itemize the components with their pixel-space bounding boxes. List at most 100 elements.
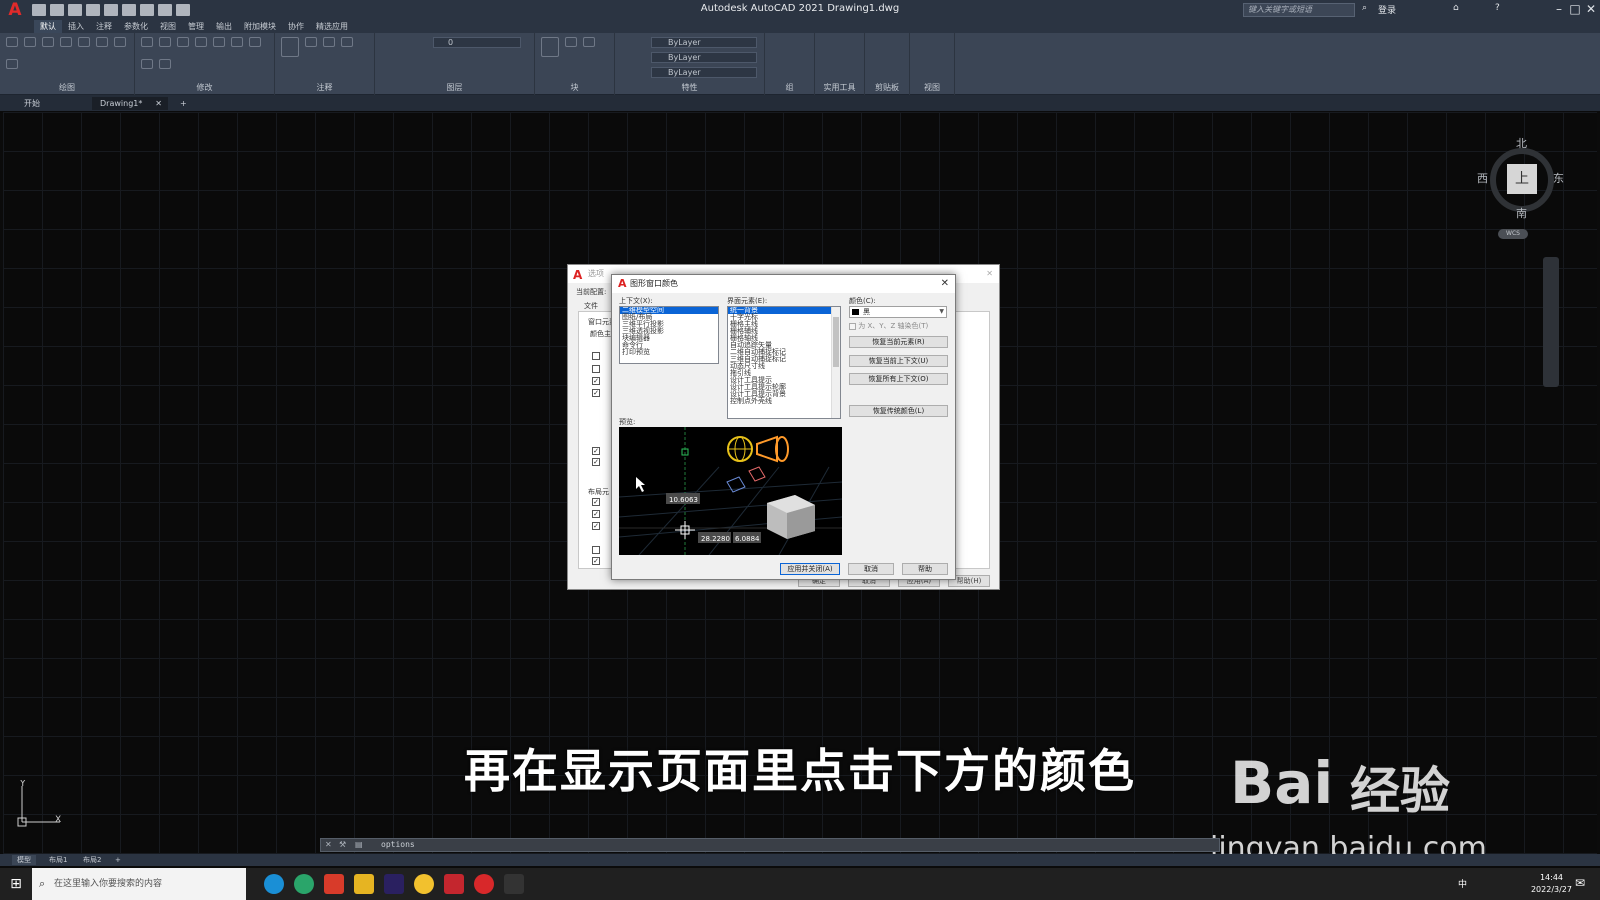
browser-icon[interactable]: [294, 874, 314, 894]
file-explorer-icon[interactable]: [354, 874, 374, 894]
login-button[interactable]: 登录: [1378, 3, 1396, 16]
viewcube-west[interactable]: 西: [1477, 170, 1488, 186]
chrome-icon[interactable]: [414, 874, 434, 894]
option-checkbox[interactable]: ✓: [592, 458, 600, 466]
tab-files[interactable]: 文件: [584, 301, 598, 311]
restore-current-element-button[interactable]: 恢复当前元素(R): [849, 336, 948, 348]
color-bylayer-dropdown[interactable]: ByLayer: [651, 37, 757, 48]
interface-element-listbox[interactable]: 统一背景 十字光标 栅格主线 栅格辅线 栅格轴线 自动追踪矢量 二维自动捕捉标记…: [727, 306, 841, 419]
new-tab-icon[interactable]: +: [172, 97, 195, 110]
ribbon-tab-view[interactable]: 视图: [154, 20, 182, 33]
panel-view[interactable]: 视图: [910, 33, 955, 95]
customize-icon[interactable]: ⚒: [339, 840, 346, 849]
windows-start-icon[interactable]: ⊞: [0, 868, 32, 900]
tab-layout2[interactable]: 布局2: [78, 855, 106, 865]
scrollbar-thumb[interactable]: [833, 317, 839, 367]
restore-all-contexts-button[interactable]: 恢复所有上下文(O): [849, 373, 948, 385]
open-file-icon[interactable]: [50, 4, 64, 16]
panel-modify-title[interactable]: 修改: [135, 82, 274, 93]
edge-icon[interactable]: [264, 874, 284, 894]
restore-current-context-button[interactable]: 恢复当前上下文(U): [849, 355, 948, 367]
viewcube-east[interactable]: 东: [1553, 170, 1564, 186]
lineweight-bylayer-dropdown[interactable]: ByLayer: [651, 67, 757, 78]
cart-icon[interactable]: ⌂: [1453, 3, 1459, 13]
viewcube[interactable]: 上 北 南 东 西: [1477, 135, 1567, 225]
option-checkbox[interactable]: ✓: [592, 557, 600, 565]
panel-annotation[interactable]: 注释: [275, 33, 375, 95]
panel-view-title[interactable]: 视图: [910, 82, 954, 93]
redo-icon[interactable]: [176, 4, 190, 16]
plot-icon[interactable]: [140, 4, 154, 16]
restore-classic-colors-button[interactable]: 恢复传统颜色(L): [849, 405, 948, 417]
panel-utilities-title[interactable]: 实用工具: [815, 82, 864, 93]
context-item[interactable]: 打印预览: [620, 349, 718, 356]
wps-icon[interactable]: [324, 874, 344, 894]
close-tab-icon[interactable]: ✕: [155, 97, 162, 110]
panel-clipboard-title[interactable]: 剪贴板: [865, 82, 909, 93]
option-checkbox[interactable]: ✓: [592, 498, 600, 506]
panel-modify[interactable]: 修改: [135, 33, 275, 95]
element-list-scrollbar[interactable]: [831, 307, 840, 418]
viewcube-top-face[interactable]: 上: [1507, 164, 1537, 194]
ribbon-tab-addins[interactable]: 附加模块: [238, 20, 282, 33]
ribbon-tab-insert[interactable]: 插入: [62, 20, 90, 33]
viewcube-north[interactable]: 北: [1516, 135, 1527, 151]
tab-model[interactable]: 模型: [12, 855, 36, 865]
apply-and-close-button[interactable]: 应用并关闭(A): [780, 563, 840, 575]
tint-xyz-checkbox[interactable]: [849, 322, 856, 330]
tab-start[interactable]: 开始: [16, 97, 48, 110]
element-item[interactable]: 控制点外壳线: [728, 398, 840, 405]
panel-block-title[interactable]: 块: [535, 82, 614, 93]
panel-draw-title[interactable]: 绘图: [0, 82, 134, 93]
taskbar-clock[interactable]: 14:44 2022/3/27: [1531, 872, 1572, 896]
option-checkbox[interactable]: [592, 546, 600, 554]
help-search-input[interactable]: 键入关键字或短语: [1243, 3, 1355, 17]
ribbon-tab-manage[interactable]: 管理: [182, 20, 210, 33]
save-icon[interactable]: [68, 4, 82, 16]
cancel-button[interactable]: 取消: [848, 563, 894, 575]
viewcube-south[interactable]: 南: [1516, 205, 1527, 221]
option-checkbox[interactable]: ✓: [592, 510, 600, 518]
ime-indicator[interactable]: 中: [1458, 877, 1467, 890]
ribbon-tab-parametric[interactable]: 参数化: [118, 20, 154, 33]
option-checkbox[interactable]: ✓: [592, 389, 600, 397]
close-button[interactable]: ✕: [1584, 2, 1598, 16]
help-button[interactable]: 帮助: [902, 563, 948, 575]
autocad-logo-icon[interactable]: A: [0, 0, 30, 20]
wcs-menu-button[interactable]: WCS: [1498, 229, 1528, 239]
layer-dropdown[interactable]: 0: [433, 37, 521, 48]
notification-icon[interactable]: ✉: [1575, 876, 1585, 890]
add-layout-icon[interactable]: +: [110, 855, 126, 865]
panel-draw[interactable]: 绘图: [0, 33, 135, 95]
undo-icon[interactable]: [158, 4, 172, 16]
new-file-icon[interactable]: [32, 4, 46, 16]
command-input[interactable]: options: [381, 840, 415, 849]
ribbon-tab-annotate[interactable]: 注释: [90, 20, 118, 33]
panel-clipboard[interactable]: 剪贴板: [865, 33, 910, 95]
panel-layers-title[interactable]: 图层: [375, 82, 534, 93]
recorder-icon[interactable]: [474, 874, 494, 894]
recent-commands-icon[interactable]: ▤: [355, 840, 363, 849]
ribbon-tab-collaborate[interactable]: 协作: [282, 20, 310, 33]
tab-layout1[interactable]: 布局1: [44, 855, 72, 865]
options-close-icon[interactable]: ✕: [986, 265, 993, 283]
panel-block[interactable]: 块: [535, 33, 615, 95]
ribbon-tab-home[interactable]: 默认: [34, 20, 62, 33]
taskbar-search-input[interactable]: ⌕ 在这里输入你要搜索的内容: [32, 868, 246, 900]
save-as-icon[interactable]: [86, 4, 100, 16]
premiere-icon[interactable]: [384, 874, 404, 894]
context-listbox[interactable]: 二维模型空间 图纸/布局 三维平行投影 三维透视投影 块编辑器 命令行 打印预览: [619, 306, 719, 364]
command-line[interactable]: ✕ ⚒ ▤ options: [320, 838, 1220, 852]
color-dialog-close-icon[interactable]: ✕: [941, 275, 949, 293]
save-web-icon[interactable]: [122, 4, 136, 16]
search-icon[interactable]: ⌕: [1362, 3, 1367, 13]
tint-xyz-checkbox-row[interactable]: 为 X、Y、Z 轴染色(T): [849, 321, 928, 331]
graphics-window-color-dialog[interactable]: A 图形窗口颜色 ✕ 上下文(X): 二维模型空间 图纸/布局 三维平行投影 三…: [611, 274, 956, 580]
option-checkbox[interactable]: ✓: [592, 447, 600, 455]
maximize-button[interactable]: □: [1568, 2, 1582, 16]
panel-groups-title[interactable]: 组: [765, 82, 814, 93]
open-web-icon[interactable]: [104, 4, 118, 16]
panel-layers[interactable]: 0 图层: [375, 33, 535, 95]
option-checkbox[interactable]: [592, 365, 600, 373]
ribbon-tab-output[interactable]: 输出: [210, 20, 238, 33]
